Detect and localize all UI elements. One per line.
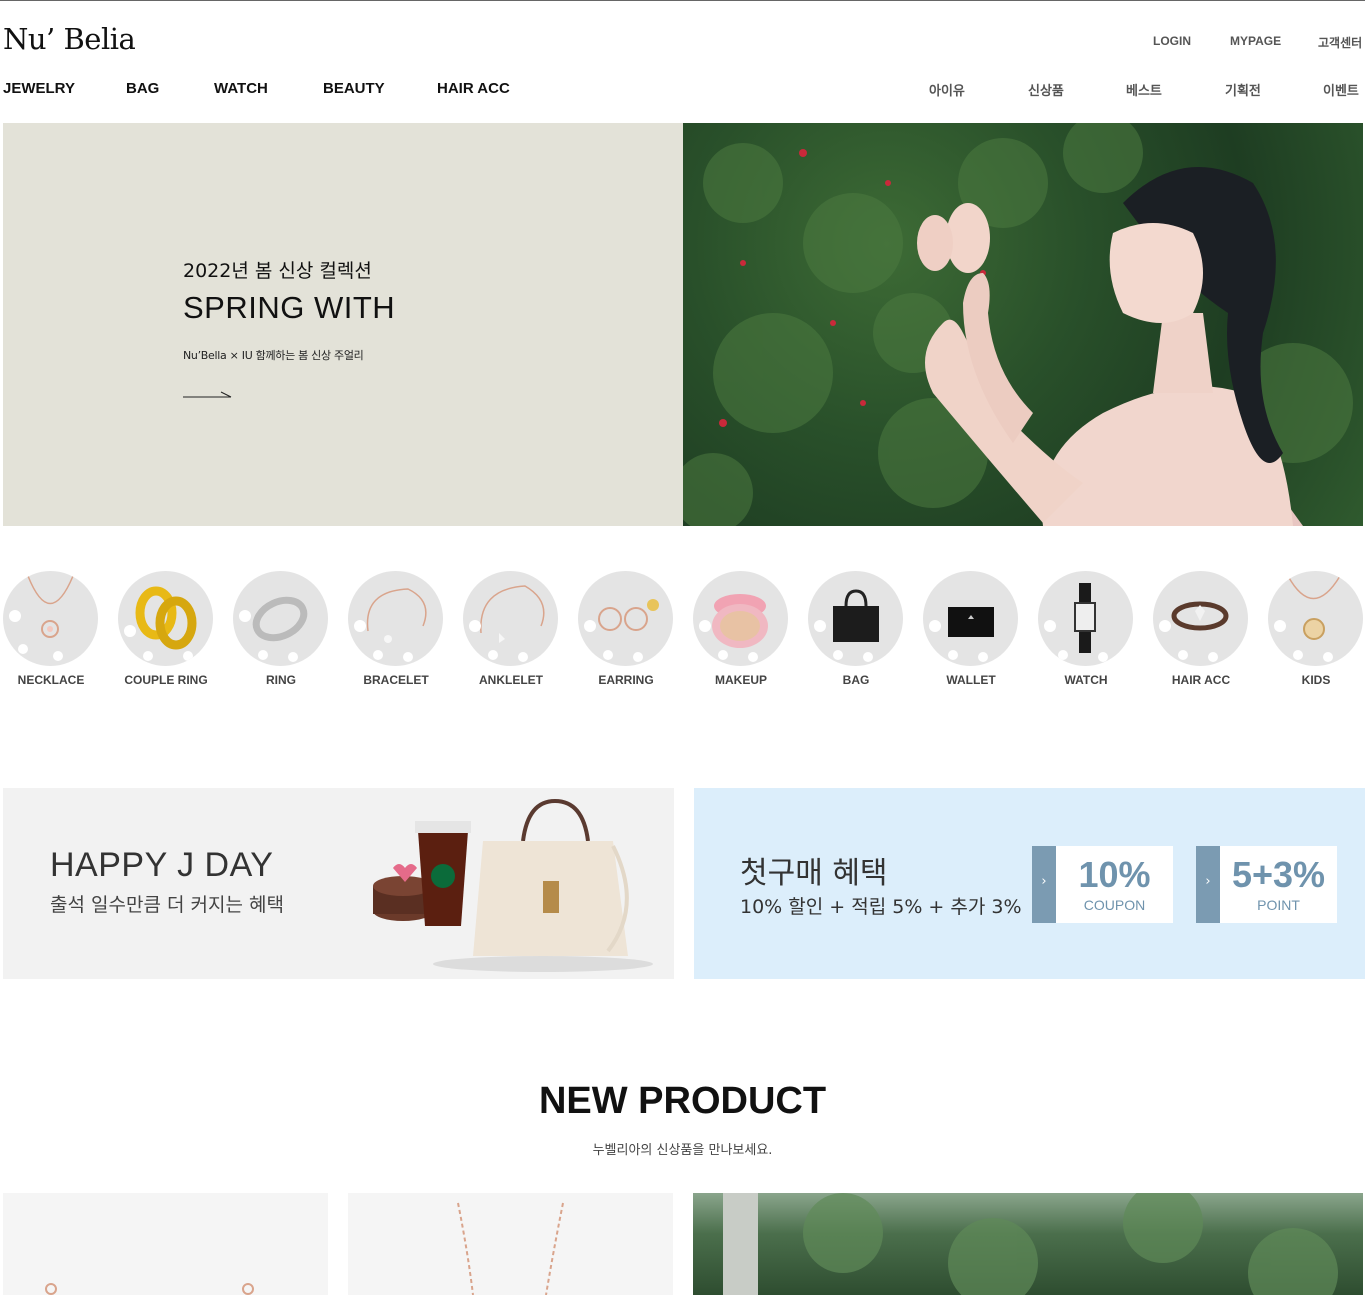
- category-watch[interactable]: WATCH: [1038, 571, 1134, 687]
- category-couple-ring[interactable]: COUPLE RING: [118, 571, 214, 687]
- top-border-line: [0, 0, 1365, 1]
- coupon-value: 5+3%: [1231, 854, 1326, 895]
- brand-logo[interactable]: Nu’ Belia: [3, 22, 136, 56]
- customer-center-link[interactable]: 고객센터: [1318, 34, 1362, 51]
- nav-watch[interactable]: WATCH: [214, 80, 268, 97]
- cushion-compact-icon: [693, 571, 788, 666]
- category-label: KIDS: [1301, 673, 1331, 687]
- category-necklace[interactable]: NECKLACE: [3, 571, 99, 687]
- hero-description: Nu’Bella × IU 함께하는 봄 신상 주얼리: [183, 349, 364, 362]
- banner-title: 첫구매 혜택: [740, 856, 888, 891]
- necklace-product-image: [457, 1202, 564, 1295]
- hero-subtitle: 2022년 봄 신상 컬렉션: [183, 260, 372, 282]
- nav-hair-acc[interactable]: HAIR ACC: [437, 80, 510, 97]
- necklace-icon: [3, 571, 98, 666]
- banner-subtitle: 10% 할인 + 적립 5% + 추가 3%: [740, 896, 1022, 918]
- category-kids[interactable]: KIDS: [1268, 571, 1364, 687]
- handbag-icon: [808, 571, 903, 666]
- nav-bag[interactable]: BAG: [126, 80, 159, 97]
- new-product-lifestyle-image[interactable]: [693, 1193, 1363, 1295]
- lifestyle-photo-illustration: [723, 1193, 1338, 1295]
- category-anklelet[interactable]: ANKLELET: [463, 571, 559, 687]
- hero-title: SPRING WITH: [183, 290, 396, 325]
- banner-subtitle: 출석 일수만큼 더 커지는 혜택: [50, 894, 284, 916]
- nav-new-arrivals[interactable]: 신상품: [1028, 80, 1064, 99]
- category-wallet[interactable]: WALLET: [923, 571, 1019, 687]
- coupon-type: POINT: [1257, 897, 1300, 913]
- anklet-icon: [463, 571, 558, 666]
- wallet-icon: [923, 571, 1018, 666]
- chevron-right-icon: ›: [1032, 846, 1056, 923]
- nav-promotions[interactable]: 기획전: [1225, 80, 1261, 99]
- bracelet-icon: [348, 571, 443, 666]
- bag-coffee-cake-illustration: [373, 798, 653, 972]
- product-card[interactable]: [3, 1193, 328, 1295]
- category-hair-acc[interactable]: HAIR ACC: [1153, 571, 1249, 687]
- category-earring[interactable]: EARRING: [578, 571, 674, 687]
- coupon-type: COUPON: [1083, 897, 1146, 913]
- category-makeup[interactable]: MAKEUP: [693, 571, 789, 687]
- section-title: NEW PRODUCT: [538, 1080, 827, 1122]
- nav-jewelry[interactable]: JEWELRY: [3, 80, 75, 97]
- hero-image[interactable]: [683, 123, 1363, 526]
- hair-tie-icon: [1153, 571, 1248, 666]
- nav-best[interactable]: 베스트: [1126, 80, 1162, 99]
- happy-j-day-banner[interactable]: HAPPY J DAY 출석 일수만큼 더 커지는 혜택: [3, 788, 674, 979]
- chevron-right-icon: ›: [1196, 846, 1220, 923]
- coupon-value: 10%: [1078, 854, 1151, 895]
- couple-ring-icon: [118, 571, 213, 666]
- category-bag[interactable]: BAG: [808, 571, 904, 687]
- first-purchase-banner[interactable]: 첫구매 혜택 10% 할인 + 적립 5% + 추가 3% › 10% COUP…: [694, 788, 1365, 979]
- nav-beauty[interactable]: BEAUTY: [323, 80, 385, 97]
- banner-title: HAPPY J DAY: [50, 846, 274, 884]
- nav-iu[interactable]: 아이유: [929, 80, 965, 99]
- watch-icon: [1038, 571, 1133, 666]
- section-subtitle: 누벨리아의 신상품을 만나보세요.: [592, 1143, 773, 1158]
- login-link[interactable]: LOGIN: [1153, 34, 1191, 48]
- coupon-ticket-discount[interactable]: › 10% COUPON: [1032, 846, 1173, 923]
- product-card[interactable]: [348, 1193, 673, 1295]
- kids-pendant-icon: [1268, 571, 1363, 666]
- category-ring[interactable]: RING: [233, 571, 329, 687]
- earring-product-image: [45, 1283, 254, 1295]
- ring-icon: [233, 571, 328, 666]
- nav-events[interactable]: 이벤트: [1323, 80, 1359, 99]
- hero-photo-illustration: [683, 123, 1353, 526]
- mypage-link[interactable]: MYPAGE: [1230, 34, 1281, 48]
- hero-arrow-icon[interactable]: [183, 388, 233, 400]
- earring-icon: [578, 571, 673, 666]
- category-bracelet[interactable]: BRACELET: [348, 571, 444, 687]
- coupon-ticket-point[interactable]: › 5+3% POINT: [1196, 846, 1337, 923]
